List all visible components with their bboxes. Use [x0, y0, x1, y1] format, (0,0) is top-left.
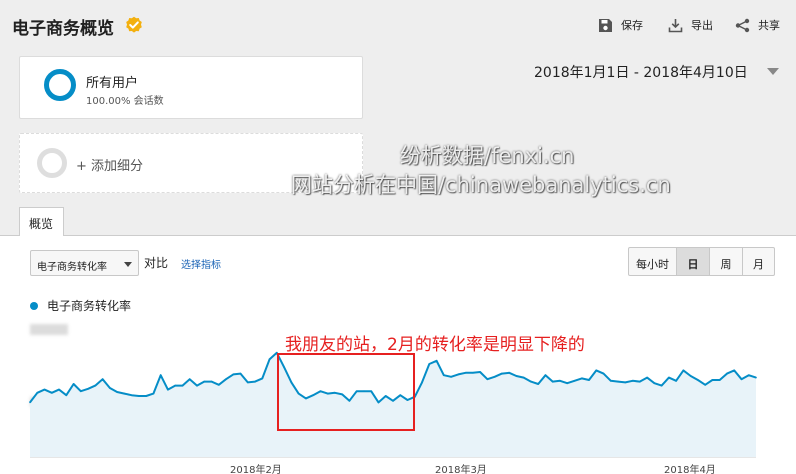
- data-point[interactable]: [457, 373, 460, 376]
- data-point[interactable]: [130, 394, 133, 397]
- data-point[interactable]: [239, 372, 242, 375]
- data-point[interactable]: [726, 372, 728, 375]
- data-point[interactable]: [94, 384, 97, 387]
- data-point[interactable]: [704, 384, 706, 386]
- data-point[interactable]: [196, 384, 198, 387]
- data-point[interactable]: [544, 374, 547, 377]
- data-point[interactable]: [588, 379, 590, 381]
- data-point[interactable]: [174, 384, 176, 387]
- watermark-line: 纷析数据/fenxi.cn: [400, 144, 575, 168]
- data-point[interactable]: [138, 395, 140, 397]
- data-point[interactable]: [631, 380, 634, 382]
- x-tick-label: 2018年4月: [664, 465, 716, 474]
- data-point[interactable]: [697, 379, 699, 381]
- data-point[interactable]: [218, 384, 220, 386]
- data-point[interactable]: [181, 384, 184, 387]
- data-point[interactable]: [501, 372, 503, 375]
- watermark-line: 网站分析在中国/chinawebanalytics.cn: [291, 173, 671, 197]
- data-point[interactable]: [58, 388, 60, 391]
- annotation-text: 我朋友的站，2月的转化率是明显下降的: [285, 335, 585, 355]
- data-point[interactable]: [515, 375, 518, 377]
- data-point[interactable]: [508, 372, 511, 374]
- data-point[interactable]: [479, 371, 481, 373]
- data-point[interactable]: [464, 372, 467, 374]
- data-point[interactable]: [443, 374, 445, 377]
- data-point[interactable]: [755, 376, 757, 379]
- data-point[interactable]: [718, 379, 721, 381]
- data-point[interactable]: [435, 360, 438, 362]
- data-point[interactable]: [682, 369, 685, 372]
- data-point[interactable]: [740, 378, 743, 381]
- data-point[interactable]: [101, 378, 104, 381]
- data-point[interactable]: [232, 373, 235, 376]
- data-point[interactable]: [566, 382, 568, 385]
- data-point[interactable]: [152, 392, 155, 395]
- data-point[interactable]: [123, 392, 126, 395]
- data-point[interactable]: [573, 380, 576, 382]
- data-point[interactable]: [268, 358, 271, 361]
- data-point[interactable]: [87, 388, 89, 390]
- data-point[interactable]: [486, 378, 489, 381]
- data-point[interactable]: [254, 380, 256, 383]
- data-point[interactable]: [167, 388, 169, 391]
- data-point[interactable]: [668, 376, 670, 379]
- data-point[interactable]: [29, 401, 31, 404]
- data-point[interactable]: [109, 387, 111, 389]
- data-point[interactable]: [72, 383, 75, 385]
- data-point[interactable]: [660, 384, 663, 387]
- data-point[interactable]: [493, 376, 496, 378]
- x-tick-label: 2018年2月: [230, 465, 282, 474]
- data-point[interactable]: [159, 374, 162, 377]
- data-point[interactable]: [624, 381, 627, 384]
- data-point[interactable]: [43, 388, 46, 391]
- data-point[interactable]: [210, 380, 213, 383]
- data-point[interactable]: [551, 380, 554, 383]
- data-point[interactable]: [711, 379, 714, 381]
- data-point[interactable]: [261, 377, 264, 380]
- data-point[interactable]: [689, 375, 692, 377]
- annotation-highlight-box: [277, 353, 415, 431]
- data-point[interactable]: [145, 395, 147, 397]
- data-point[interactable]: [595, 369, 598, 372]
- x-tick-label: 2018年3月: [435, 465, 487, 474]
- data-point[interactable]: [747, 374, 750, 377]
- data-point[interactable]: [450, 376, 452, 378]
- data-point[interactable]: [247, 381, 249, 384]
- data-point[interactable]: [65, 394, 68, 397]
- data-point[interactable]: [733, 369, 735, 372]
- data-point[interactable]: [522, 376, 525, 379]
- data-point[interactable]: [421, 381, 423, 384]
- data-point[interactable]: [428, 363, 431, 365]
- data-point[interactable]: [225, 378, 227, 381]
- data-point[interactable]: [602, 372, 605, 375]
- data-point[interactable]: [617, 380, 619, 383]
- data-point[interactable]: [80, 390, 82, 393]
- data-point[interactable]: [203, 380, 205, 383]
- data-point[interactable]: [653, 382, 656, 385]
- data-point[interactable]: [537, 383, 539, 385]
- data-point[interactable]: [646, 376, 648, 379]
- data-point[interactable]: [610, 380, 612, 382]
- data-point[interactable]: [559, 380, 561, 382]
- data-point[interactable]: [581, 377, 583, 380]
- data-point[interactable]: [675, 380, 677, 382]
- data-point[interactable]: [36, 392, 39, 394]
- data-point[interactable]: [188, 378, 191, 381]
- data-point[interactable]: [116, 391, 118, 393]
- data-point[interactable]: [530, 380, 532, 383]
- data-point[interactable]: [639, 380, 641, 383]
- data-point[interactable]: [51, 392, 53, 394]
- data-point[interactable]: [472, 372, 474, 374]
